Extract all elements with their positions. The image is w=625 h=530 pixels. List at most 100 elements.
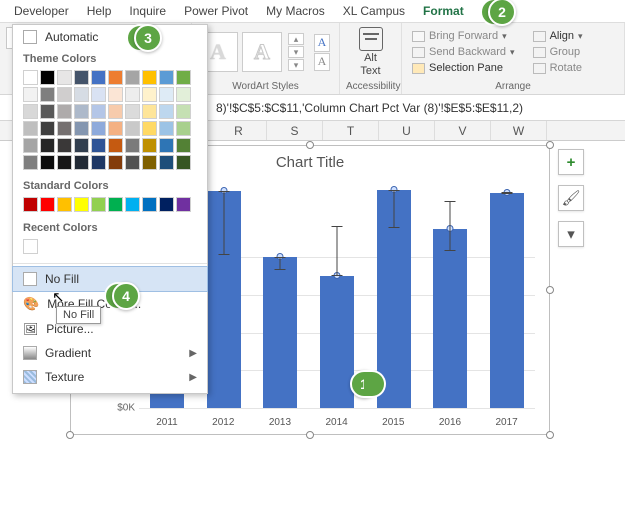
color-swatch[interactable]: [108, 70, 123, 85]
color-swatch[interactable]: [159, 104, 174, 119]
text-style-split[interactable]: A A: [314, 34, 330, 71]
color-swatch[interactable]: [125, 121, 140, 136]
color-swatch[interactable]: [91, 104, 106, 119]
color-swatch[interactable]: [108, 138, 123, 153]
color-swatch[interactable]: [74, 87, 89, 102]
fill-no-fill[interactable]: No Fill: [12, 266, 208, 292]
wordart-gallery-more[interactable]: ▴▾▾: [288, 33, 304, 71]
color-swatch[interactable]: [40, 121, 55, 136]
color-swatch[interactable]: [74, 121, 89, 136]
col-header[interactable]: T: [323, 121, 379, 140]
send-backward-button[interactable]: Send Backward▾: [408, 45, 519, 59]
fill-gradient[interactable]: Gradient▶: [13, 341, 207, 365]
color-swatch[interactable]: [40, 87, 55, 102]
color-swatch[interactable]: [159, 138, 174, 153]
color-swatch[interactable]: [74, 197, 89, 212]
color-swatch[interactable]: [176, 87, 191, 102]
color-swatch[interactable]: [142, 138, 157, 153]
color-swatch[interactable]: [142, 155, 157, 170]
tab-format[interactable]: Format: [423, 4, 464, 18]
color-swatch[interactable]: [23, 87, 38, 102]
color-swatch[interactable]: [40, 197, 55, 212]
resize-handle[interactable]: [306, 141, 314, 149]
tab-inquire[interactable]: Inquire: [129, 4, 166, 18]
chart-bar[interactable]: [433, 229, 467, 408]
color-swatch[interactable]: [125, 104, 140, 119]
col-header[interactable]: U: [379, 121, 435, 140]
group-button[interactable]: Group: [529, 45, 587, 59]
color-swatch[interactable]: [176, 70, 191, 85]
color-swatch[interactable]: [176, 121, 191, 136]
chart-bar[interactable]: [207, 191, 241, 408]
color-swatch[interactable]: [23, 197, 38, 212]
color-swatch[interactable]: [176, 104, 191, 119]
resize-handle[interactable]: [546, 141, 554, 149]
color-swatch[interactable]: [159, 87, 174, 102]
color-swatch[interactable]: [159, 197, 174, 212]
color-swatch[interactable]: [57, 104, 72, 119]
color-swatch[interactable]: [23, 104, 38, 119]
color-swatch[interactable]: [91, 70, 106, 85]
color-swatch[interactable]: [91, 197, 106, 212]
color-swatch[interactable]: [91, 87, 106, 102]
color-swatch[interactable]: [176, 138, 191, 153]
chart-styles-button[interactable]: 🖌: [558, 185, 584, 211]
resize-handle[interactable]: [306, 431, 314, 439]
color-swatch[interactable]: [74, 104, 89, 119]
color-swatch[interactable]: [91, 121, 106, 136]
fill-automatic[interactable]: Automatic: [13, 25, 207, 49]
rotate-button[interactable]: Rotate: [529, 61, 587, 75]
resize-handle[interactable]: [66, 431, 74, 439]
color-swatch[interactable]: [176, 155, 191, 170]
color-swatch[interactable]: [108, 197, 123, 212]
color-swatch[interactable]: [57, 87, 72, 102]
selection-pane-button[interactable]: Selection Pane: [408, 61, 519, 75]
color-swatch[interactable]: [57, 70, 72, 85]
color-swatch[interactable]: [108, 121, 123, 136]
color-swatch[interactable]: [74, 138, 89, 153]
col-header[interactable]: W: [491, 121, 547, 140]
color-swatch[interactable]: [159, 121, 174, 136]
col-header[interactable]: V: [435, 121, 491, 140]
chart-bar[interactable]: [490, 193, 524, 408]
color-swatch[interactable]: [40, 155, 55, 170]
color-swatch[interactable]: [40, 104, 55, 119]
color-swatch[interactable]: [74, 155, 89, 170]
fill-more-colors[interactable]: 🎨More Fill Colors...: [13, 291, 207, 317]
color-swatch[interactable]: [125, 87, 140, 102]
color-swatch[interactable]: [142, 197, 157, 212]
bring-forward-button[interactable]: Bring Forward▾: [408, 29, 519, 43]
tab-powerpivot[interactable]: Power Pivot: [184, 4, 248, 18]
tab-mymacros[interactable]: My Macros: [266, 4, 325, 18]
color-swatch[interactable]: [23, 138, 38, 153]
color-swatch[interactable]: [108, 155, 123, 170]
color-swatch[interactable]: [159, 70, 174, 85]
color-swatch[interactable]: [125, 197, 140, 212]
color-swatch[interactable]: [57, 197, 72, 212]
align-button[interactable]: Align▾: [529, 29, 587, 43]
color-swatch[interactable]: [23, 121, 38, 136]
chart-bar[interactable]: [320, 276, 354, 408]
color-swatch[interactable]: [142, 121, 157, 136]
col-header[interactable]: S: [267, 121, 323, 140]
color-swatch[interactable]: [23, 155, 38, 170]
color-swatch[interactable]: [142, 70, 157, 85]
color-swatch[interactable]: [23, 239, 38, 254]
tab-xlcampus[interactable]: XL Campus: [343, 4, 405, 18]
tab-help[interactable]: Help: [87, 4, 112, 18]
color-swatch[interactable]: [23, 70, 38, 85]
color-swatch[interactable]: [91, 155, 106, 170]
color-swatch[interactable]: [108, 87, 123, 102]
fill-texture[interactable]: Texture▶: [13, 365, 207, 389]
tab-developer[interactable]: Developer: [14, 4, 69, 18]
resize-handle[interactable]: [546, 286, 554, 294]
color-swatch[interactable]: [57, 138, 72, 153]
chart-filter-button[interactable]: ▾: [558, 221, 584, 247]
color-swatch[interactable]: [74, 70, 89, 85]
color-swatch[interactable]: [91, 138, 106, 153]
color-swatch[interactable]: [142, 87, 157, 102]
chart-bar[interactable]: [377, 190, 411, 408]
color-swatch[interactable]: [40, 70, 55, 85]
chart-elements-button[interactable]: +: [558, 149, 584, 175]
color-swatch[interactable]: [125, 155, 140, 170]
